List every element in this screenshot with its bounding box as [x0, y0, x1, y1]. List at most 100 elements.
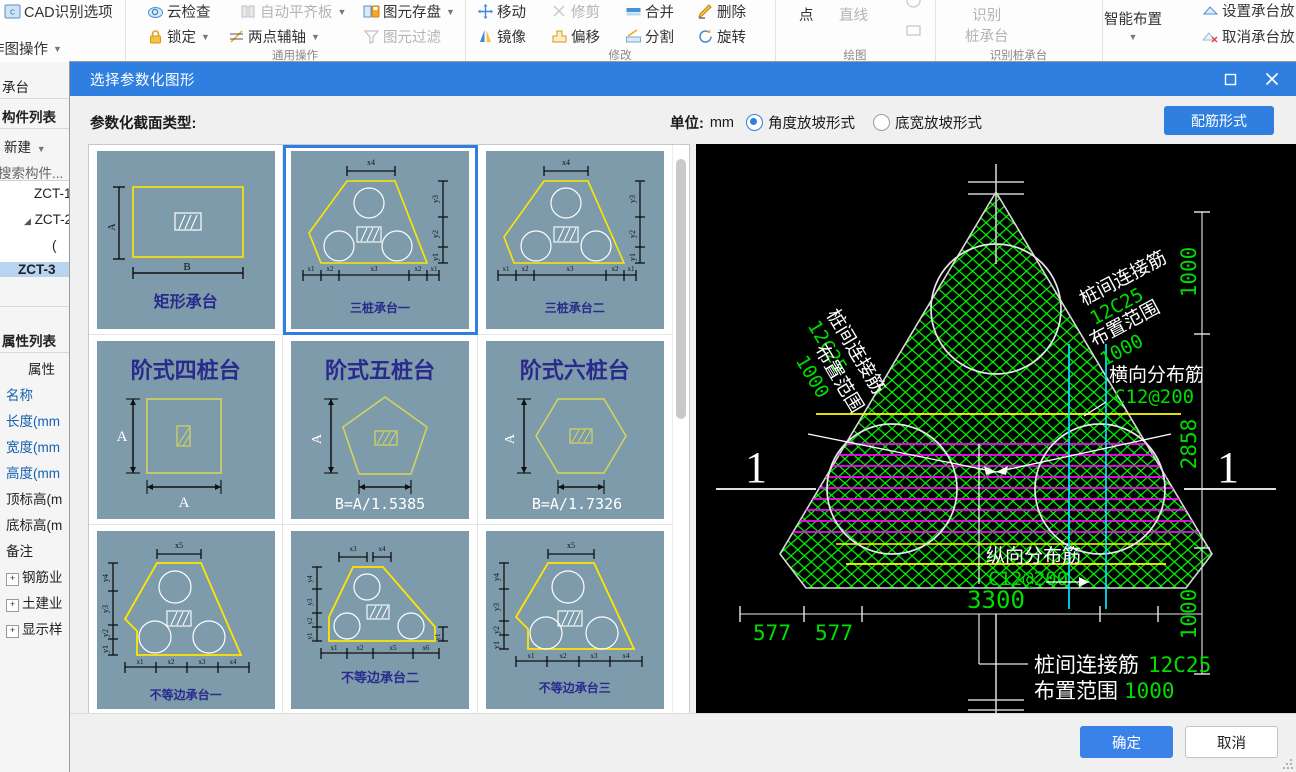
ribbon-rotate[interactable]: 旋转	[697, 26, 746, 47]
svg-text:x1: x1	[430, 265, 438, 273]
radio-angle-slope-indicator[interactable]	[746, 114, 764, 131]
thumbnail-scrollbar[interactable]	[672, 145, 689, 745]
ribbon-draw-line[interactable]: 直线	[839, 6, 868, 27]
property-row-width[interactable]: 宽度(mm	[6, 436, 78, 456]
ribbon-check-cap-label: 设置承台放	[1222, 4, 1295, 20]
ribbon-merge[interactable]: 合并	[625, 1, 674, 22]
circle-icon[interactable]	[905, 0, 922, 9]
cad-icon: C	[4, 3, 21, 20]
ribbon-smart-layout[interactable]: 智能布置 ▼	[1104, 10, 1162, 44]
ribbon-element-storage[interactable]: 图元存盘 ▼	[363, 1, 455, 22]
ribbon-group-common-label: 通用操作	[272, 50, 318, 62]
radio-width-slope-indicator[interactable]	[873, 114, 891, 131]
ribbon-zuotu-caozuo-label: 作图操作	[0, 42, 48, 58]
thumb-step-6pile[interactable]: A B=A/1.7326 阶式六桩台	[477, 335, 672, 525]
rebar-form-button[interactable]: 配筋形式	[1164, 106, 1274, 135]
ribbon-offset[interactable]: 偏移	[551, 26, 600, 47]
ribbon-move[interactable]: 移动	[477, 1, 526, 22]
property-row-name[interactable]: 名称	[6, 384, 78, 404]
ribbon-mirror[interactable]: 镜像	[477, 26, 526, 47]
property-group-civil[interactable]: + 土建业	[6, 592, 78, 612]
ribbon-recognize-pile-cap[interactable]: 识别 桩承台	[965, 6, 1009, 48]
chevron-down-icon: ▼	[201, 31, 210, 42]
tab-property-list[interactable]: 属性列表	[2, 330, 56, 350]
maximize-icon[interactable]	[1210, 62, 1250, 96]
ok-button[interactable]: 确定	[1080, 726, 1173, 758]
ribbon-trim[interactable]: 修剪	[551, 1, 600, 22]
ribbon-cancel-cap-placement[interactable]: 取消承台放	[1201, 26, 1295, 47]
ribbon-recognize-line2: 桩承台	[965, 29, 1009, 46]
lock-icon	[147, 28, 164, 45]
ribbon-delete[interactable]: 删除	[697, 1, 746, 22]
split-icon	[625, 28, 642, 45]
svg-text:y1: y1	[431, 253, 440, 261]
thumb-step-5pile[interactable]: A B=A/1.5385 阶式五桩台	[283, 335, 478, 525]
ribbon-cloud-check[interactable]: 云检查	[147, 1, 211, 22]
ribbon-group-draw: 点 直线 绘图	[775, 0, 936, 62]
component-search-input[interactable]: 搜索构件...	[0, 162, 70, 182]
svg-text:x3: x3	[566, 265, 574, 273]
expand-plus-icon[interactable]: +	[6, 599, 19, 612]
bottom-range-value-text: 1000	[1124, 679, 1175, 703]
expand-plus-icon[interactable]: +	[6, 573, 19, 586]
thumb-tri-cap-2[interactable]: x4 y3 y2 y1 x1 x2 x3 x2 x1 三桩承台二	[477, 145, 672, 335]
property-row-bottom-elev[interactable]: 底标高(m	[6, 514, 78, 534]
tab-component-list[interactable]: 构件列表	[2, 106, 56, 126]
ribbon-element-filter[interactable]: 图元过滤	[363, 26, 441, 47]
dialog-title: 选择参数化图形	[90, 73, 195, 89]
longitudinal-rebar-name-text: 纵向分布筋	[986, 545, 1081, 567]
ribbon-cad-recognize-options[interactable]: C CAD识别选项	[4, 1, 113, 22]
thumb-tri-cap-1[interactable]: x4 y3 y2 y1 x1 x2 x3 x2 x1 三桩承台一	[283, 145, 478, 335]
offset-icon	[551, 28, 568, 45]
ribbon-toolbar: C CAD识别选项 作图操作 ▼ 云检查 自动平齐板	[0, 0, 1296, 63]
thumb-uneven-cap-3-label: 不等边承台三	[538, 681, 611, 695]
svg-text:y1: y1	[628, 253, 637, 261]
property-row-length[interactable]: 长度(mm	[6, 410, 78, 430]
ribbon-zuotu-caozuo[interactable]: 作图操作 ▼	[0, 38, 62, 59]
property-group-display-label: 显示样	[22, 622, 63, 637]
dim-bottom-left1-text: 577	[753, 621, 791, 645]
ribbon-lock[interactable]: 锁定 ▼	[147, 26, 210, 47]
new-component-button[interactable]: 新建 ▼	[4, 136, 76, 156]
property-group-rebar[interactable]: + 钢筋业	[6, 566, 78, 586]
svg-text:y4: y4	[492, 573, 501, 581]
svg-text:x4: x4	[367, 158, 375, 167]
thumb-uneven-cap-1[interactable]: x5 y4 y3 y2 y1 x1 x2 x3 x4 不等边承台一	[89, 525, 284, 715]
dim-bottom-left2-text: 577	[815, 621, 853, 645]
delete-icon	[697, 3, 714, 20]
property-row-top-elev[interactable]: 顶标高(m	[6, 488, 78, 508]
thumb-step-4pile[interactable]: A A 阶式四桩台	[89, 335, 284, 525]
thumbnail-scrollbar-handle[interactable]	[676, 159, 686, 419]
svg-text:x2: x2	[356, 644, 364, 652]
move-icon	[477, 3, 494, 20]
thumb-uneven-cap-3[interactable]: x5 y4 y3 y2 y1 x1 x2 x3 x4 不等边承台三	[477, 525, 672, 715]
tree-expand-arrow-icon[interactable]: ◢	[24, 216, 31, 226]
rectangle-icon[interactable]	[905, 22, 922, 39]
shape-thumbnail-panel: A B 矩形承台 x4 y3 y2 y1 x1 x2 x3 x2 x1 三桩承台…	[88, 144, 690, 746]
ribbon-two-point-axis[interactable]: 两点辅轴 ▼	[228, 26, 320, 47]
resize-grip[interactable]	[1283, 759, 1293, 769]
radio-width-slope[interactable]: 底宽放坡形式	[873, 112, 982, 133]
cancel-button[interactable]: 取消	[1185, 726, 1278, 758]
svg-text:x4: x4	[378, 545, 386, 553]
thumb-uneven-cap-2[interactable]: x3 x4 y4 y3 y2 y1 y1 x1 x2 x5 x6 不等边承台二	[283, 525, 478, 715]
cad-preview-panel[interactable]: 1 1 桩间连接筋 12C25 布置范围 1000 桩间连接筋 12C25 布置…	[696, 144, 1296, 772]
expand-plus-icon[interactable]: +	[6, 625, 19, 638]
merge-icon	[625, 3, 642, 20]
ribbon-check-cap-placement[interactable]: 设置承台放	[1202, 0, 1295, 21]
cad-preview-drawing: 1 1 桩间连接筋 12C25 布置范围 1000 桩间连接筋 12C25 布置…	[716, 164, 1276, 772]
property-row-height[interactable]: 高度(mm	[6, 462, 78, 482]
dialog-titlebar[interactable]: 选择参数化图形	[70, 62, 1296, 96]
radio-angle-slope[interactable]: 角度放坡形式	[746, 112, 855, 133]
property-group-display[interactable]: + 显示样	[6, 618, 78, 638]
ribbon-split[interactable]: 分割	[625, 26, 674, 47]
svg-text:x1: x1	[307, 265, 315, 273]
svg-text:y2: y2	[306, 617, 314, 625]
tree-item-zct-3[interactable]: ZCT-3	[0, 262, 72, 277]
thumb-rect-cap[interactable]: A B 矩形承台	[89, 145, 284, 335]
ribbon-auto-flat-slab[interactable]: 自动平齐板 ▼	[240, 1, 346, 22]
close-icon[interactable]	[1252, 62, 1292, 96]
ribbon-draw-point[interactable]: 点	[799, 6, 814, 27]
property-row-remark[interactable]: 备注	[6, 540, 78, 560]
ribbon-element-storage-label: 图元存盘	[383, 5, 441, 21]
